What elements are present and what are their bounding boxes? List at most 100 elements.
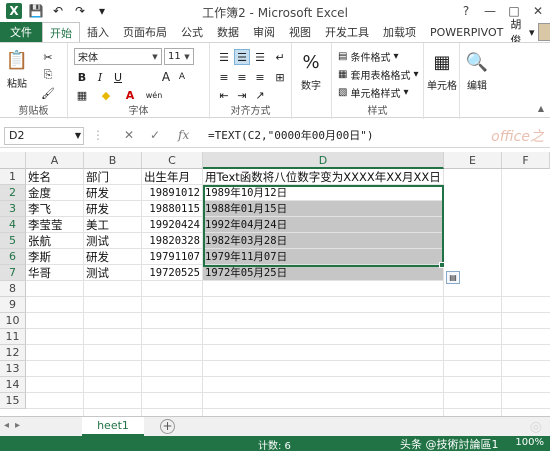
cell-d1[interactable]: 用Text函数将八位数字变为XXXX年XX月XX日 — [203, 169, 444, 185]
formula-input[interactable]: =TEXT(C2,"0000年00月00日") — [208, 127, 538, 145]
orientation-icon[interactable]: ↗ — [252, 87, 268, 103]
fill-handle[interactable] — [439, 262, 445, 268]
collapse-ribbon-icon[interactable]: ▲ — [538, 104, 544, 113]
row-header-3[interactable]: 3 — [0, 201, 26, 217]
phonetic-button[interactable]: wén — [146, 87, 163, 103]
column-header-c[interactable]: C — [142, 152, 203, 169]
enter-icon[interactable]: ✓ — [150, 128, 160, 142]
row-header-6[interactable]: 6 — [0, 249, 26, 265]
cell-c7[interactable]: 19720525 — [142, 265, 203, 281]
column-header-f[interactable]: F — [502, 152, 550, 169]
borders-icon[interactable]: ▦ — [74, 87, 90, 103]
row-header-12[interactable]: 12 — [0, 345, 26, 361]
cell-c5[interactable]: 19820328 — [142, 233, 203, 249]
cell-a3[interactable]: 李飞 — [26, 201, 84, 217]
align-right-icon[interactable]: ≡ — [252, 69, 268, 85]
format-painter-icon[interactable]: 🖌 — [40, 85, 56, 101]
cell-styles-button[interactable]: ▧ 单元格样式 ▾ — [338, 85, 408, 100]
cell-d4[interactable]: 1992年04月24日 — [203, 217, 444, 233]
increase-indent-icon[interactable]: ⇥ — [234, 87, 250, 103]
cell-a2[interactable]: 金度 — [26, 185, 84, 201]
align-middle-icon[interactable]: ☰ — [234, 49, 250, 65]
grow-font-button[interactable]: A — [158, 69, 174, 85]
tab-page-layout[interactable]: 页面布局 — [116, 22, 174, 42]
shrink-font-button[interactable]: A — [174, 69, 190, 85]
cell-b1[interactable]: 部门 — [84, 169, 142, 185]
paste-button[interactable]: 📋 粘贴 — [4, 47, 30, 91]
cell-a5[interactable]: 张航 — [26, 233, 84, 249]
cell-a4[interactable]: 李莹莹 — [26, 217, 84, 233]
number-format-button[interactable]: % 数字 — [298, 49, 324, 93]
cell-b5[interactable]: 测试 — [84, 233, 142, 249]
bold-button[interactable]: B — [74, 69, 90, 85]
cell-d7[interactable]: 1972年05月25日 — [203, 265, 444, 281]
column-header-d[interactable]: D — [203, 152, 444, 169]
customize-qat-icon[interactable]: ▾ — [94, 3, 110, 19]
sheet-tab-1[interactable]: heet1 — [82, 417, 144, 436]
row-header-9[interactable]: 9 — [0, 297, 26, 313]
sheet-nav-icon[interactable]: ◂▸ — [4, 420, 26, 431]
font-name-combo[interactable]: 宋体 ▼ — [74, 48, 162, 65]
column-header-b[interactable]: B — [84, 152, 142, 169]
row-header-10[interactable]: 10 — [0, 313, 26, 329]
undo-icon[interactable]: ↶ — [50, 3, 66, 19]
row-header-14[interactable]: 14 — [0, 377, 26, 393]
tab-developer[interactable]: 开发工具 — [318, 22, 376, 42]
cell-b2[interactable]: 研发 — [84, 185, 142, 201]
worksheet-grid[interactable]: A B C D E F 1 2 3 4 5 6 7 8 9 10 11 12 1… — [0, 152, 550, 416]
row-header-15[interactable]: 15 — [0, 393, 26, 409]
merge-center-icon[interactable]: ⊞ — [272, 69, 288, 85]
cancel-icon[interactable]: ✕ — [124, 128, 134, 142]
row-header-8[interactable]: 8 — [0, 281, 26, 297]
help-button[interactable]: ? — [454, 0, 478, 22]
add-sheet-button[interactable]: + — [160, 419, 175, 434]
zoom-level[interactable]: 100% — [515, 437, 544, 448]
cell-c2[interactable]: 19891012 — [142, 185, 203, 201]
font-size-combo[interactable]: 11 ▼ — [164, 48, 194, 65]
row-header-5[interactable]: 5 — [0, 233, 26, 249]
cell-d3[interactable]: 1988年01月15日 — [203, 201, 444, 217]
cut-icon[interactable]: ✂ — [40, 49, 56, 65]
cell-c1[interactable]: 出生年月 — [142, 169, 203, 185]
format-as-table-button[interactable]: ▦ 套用表格格式 ▾ — [338, 67, 418, 82]
minimize-button[interactable]: — — [478, 0, 502, 22]
row-header-11[interactable]: 11 — [0, 329, 26, 345]
fill-color-icon[interactable]: ◆ — [98, 87, 114, 103]
tab-insert[interactable]: 插入 — [80, 22, 116, 42]
row-header-4[interactable]: 4 — [0, 217, 26, 233]
row-header-13[interactable]: 13 — [0, 361, 26, 377]
save-icon[interactable]: 💾 — [28, 3, 44, 19]
insert-function-icon[interactable]: fx — [178, 128, 189, 142]
wrap-text-icon[interactable]: ↵ — [272, 49, 288, 65]
cell-d5[interactable]: 1982年03月28日 — [203, 233, 444, 249]
align-center-icon[interactable]: ≡ — [234, 69, 250, 85]
tab-add-ins[interactable]: 加载项 — [376, 22, 423, 42]
tab-view[interactable]: 视图 — [282, 22, 318, 42]
tab-review[interactable]: 审阅 — [246, 22, 282, 42]
cell-c6[interactable]: 19791107 — [142, 249, 203, 265]
cell-c4[interactable]: 19920424 — [142, 217, 203, 233]
tab-file[interactable]: 文件 — [0, 22, 42, 42]
select-all-corner[interactable] — [0, 152, 26, 169]
column-header-e[interactable]: E — [444, 152, 502, 169]
underline-button[interactable]: U — [110, 69, 126, 85]
column-header-a[interactable]: A — [26, 152, 84, 169]
italic-button[interactable]: I — [92, 69, 108, 85]
row-header-1[interactable]: 1 — [0, 169, 26, 185]
redo-icon[interactable]: ↷ — [72, 3, 88, 19]
tab-formulas[interactable]: 公式 — [174, 22, 210, 42]
cell-c3[interactable]: 19880115 — [142, 201, 203, 217]
cell-a1[interactable]: 姓名 — [26, 169, 84, 185]
align-bottom-icon[interactable]: ☰ — [252, 49, 268, 65]
row-header-2[interactable]: 2 — [0, 185, 26, 201]
font-color-icon[interactable]: A — [122, 87, 138, 103]
tab-home[interactable]: 开始 — [42, 22, 80, 42]
editing-button[interactable]: 🔍 编辑 — [460, 49, 494, 93]
cell-a6[interactable]: 李斯 — [26, 249, 84, 265]
align-top-icon[interactable]: ☰ — [216, 49, 232, 65]
cell-b7[interactable]: 测试 — [84, 265, 142, 281]
cell-d6[interactable]: 1979年11月07日 — [203, 249, 444, 265]
cell-d2[interactable]: 1989年10月12日 — [203, 185, 444, 201]
conditional-format-button[interactable]: ▤ 条件格式 ▾ — [338, 49, 398, 64]
cell-b4[interactable]: 美工 — [84, 217, 142, 233]
